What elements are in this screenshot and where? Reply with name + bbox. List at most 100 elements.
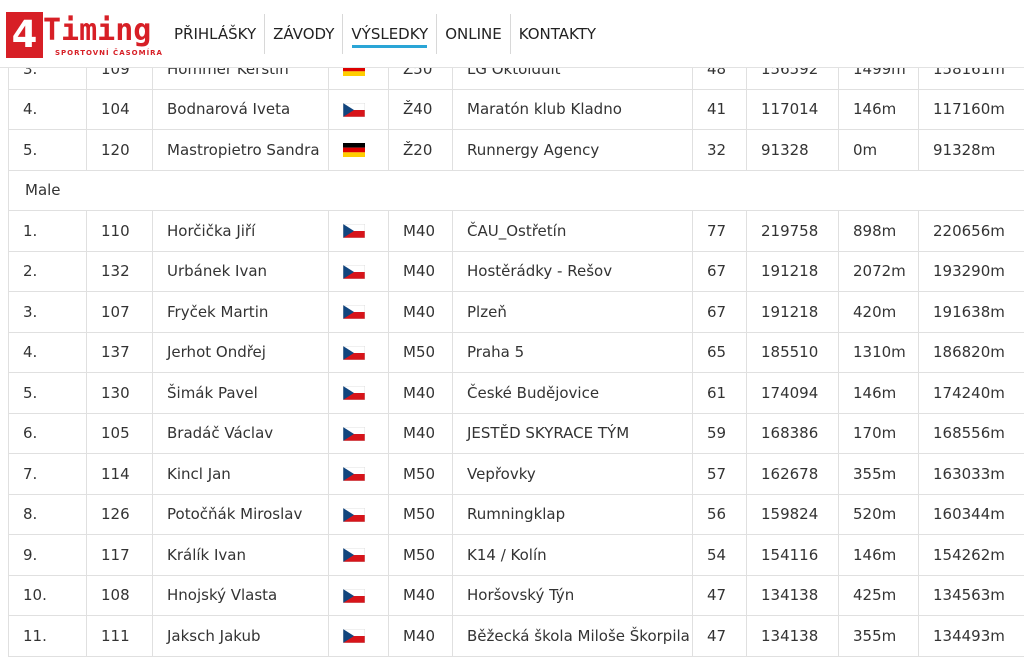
group-row-male: Male xyxy=(8,169,1024,211)
flag-cell xyxy=(328,534,389,576)
cell-distance: 219758 xyxy=(746,210,839,252)
cell-name: Urbánek Ivan xyxy=(152,250,329,292)
cell-laps: 57 xyxy=(692,453,747,495)
cell-rank: 2. xyxy=(8,250,87,292)
table-row: 7. 114 Kincl Jan M50 Vepřovky 57 162678 355m 163… xyxy=(8,453,1024,495)
cell-club: Maratón klub Kladno xyxy=(452,88,693,130)
cell-rank: 1. xyxy=(8,210,87,252)
cell-club: Hostěrádky - Rešov xyxy=(452,250,693,292)
site-header: 4 Timing SPORTOVNÍ ČASOMÍRA PŘIHLÁŠKY ZÁ… xyxy=(0,0,1024,68)
cell-category: M40 xyxy=(388,210,453,252)
logo-number: 4 xyxy=(6,12,43,58)
table-row: 4. 104 Bodnarová Iveta Ž40 Maratón klub Klad… xyxy=(8,88,1024,130)
cell-distance: 191218 xyxy=(746,291,839,333)
table-row: 8. 126 Potočňák Miroslav M50 Rumningklap 56 15… xyxy=(8,493,1024,535)
cell-total: 154262m xyxy=(918,534,1024,576)
cell-bib: 104 xyxy=(86,88,153,130)
cell-total: 193290m xyxy=(918,250,1024,292)
cell-bib: 107 xyxy=(86,291,153,333)
cell-remainder: 898m xyxy=(838,210,919,252)
cell-bib: 130 xyxy=(86,372,153,414)
cell-laps: 59 xyxy=(692,412,747,454)
cell-bib: 132 xyxy=(86,250,153,292)
cell-bib: 111 xyxy=(86,615,153,657)
cell-name: Šimák Pavel xyxy=(152,372,329,414)
results-table: 3. 109 Hommer Kerstin Ž50 LG Oktoldult 48 1565… xyxy=(8,48,1024,657)
cell-bib: 110 xyxy=(86,210,153,252)
cell-category: M40 xyxy=(388,250,453,292)
flag-czech-icon xyxy=(343,548,365,563)
cell-name: Bradáč Václav xyxy=(152,412,329,454)
cell-rank: 7. xyxy=(8,453,87,495)
cell-club: Plzeň xyxy=(452,291,693,333)
cell-name: Jerhot Ondřej xyxy=(152,331,329,373)
cell-bib: 120 xyxy=(86,129,153,171)
cell-name: Horčička Jiří xyxy=(152,210,329,252)
cell-rank: 6. xyxy=(8,412,87,454)
cell-distance: 117014 xyxy=(746,88,839,130)
cell-club: Runnergy Agency xyxy=(452,129,693,171)
flag-cell xyxy=(328,129,389,171)
cell-rank: 4. xyxy=(8,331,87,373)
cell-category: M40 xyxy=(388,574,453,616)
cell-category: M50 xyxy=(388,453,453,495)
cell-category: Ž20 xyxy=(388,129,453,171)
nav-item-online[interactable]: ONLINE xyxy=(437,14,511,54)
cell-laps: 67 xyxy=(692,250,747,292)
table-row: 10. 108 Hnojský Vlasta M40 Horšovský Týn 47 13… xyxy=(8,574,1024,616)
cell-distance: 91328 xyxy=(746,129,839,171)
cell-laps: 54 xyxy=(692,534,747,576)
cell-distance: 168386 xyxy=(746,412,839,454)
nav-item-zavody[interactable]: ZÁVODY xyxy=(265,14,344,54)
cell-laps: 65 xyxy=(692,331,747,373)
cell-name: Potočňák Miroslav xyxy=(152,493,329,535)
cell-category: M50 xyxy=(388,331,453,373)
table-row: 2. 132 Urbánek Ivan M40 Hostěrádky - Rešov 67… xyxy=(8,250,1024,292)
cell-club: ČAU_Ostřetín xyxy=(452,210,693,252)
table-row: 5. 120 Mastropietro Sandra Ž20 Runnergy Agen… xyxy=(8,129,1024,171)
cell-club: Běžecká škola Miloše Škorpila xyxy=(452,615,693,657)
main-nav: PŘIHLÁŠKY ZÁVODY VÝSLEDKY ONLINE KONTAKT… xyxy=(166,14,604,54)
cell-category: M40 xyxy=(388,372,453,414)
flag-czech-icon xyxy=(343,467,365,482)
flag-cell xyxy=(328,210,389,252)
results-body: 3. 109 Hommer Kerstin Ž50 LG Oktoldult 48 1565… xyxy=(8,48,1024,657)
cell-distance: 134138 xyxy=(746,615,839,657)
nav-item-prihlasky[interactable]: PŘIHLÁŠKY xyxy=(166,14,266,54)
flag-czech-icon xyxy=(343,386,365,401)
cell-name: Fryček Martin xyxy=(152,291,329,333)
flag-czech-icon xyxy=(343,426,365,441)
cell-total: 134563m xyxy=(918,574,1024,616)
cell-remainder: 170m xyxy=(838,412,919,454)
flag-cell xyxy=(328,615,389,657)
flag-czech-icon xyxy=(343,629,365,644)
flag-cell xyxy=(328,331,389,373)
cell-remainder: 355m xyxy=(838,453,919,495)
cell-total: 134493m xyxy=(918,615,1024,657)
cell-remainder: 146m xyxy=(838,88,919,130)
cell-rank: 5. xyxy=(8,372,87,414)
cell-club: JESTĚD SKYRACE TÝM xyxy=(452,412,693,454)
cell-name: Bodnarová Iveta xyxy=(152,88,329,130)
logo[interactable]: 4 Timing SPORTOVNÍ ČASOMÍRA xyxy=(6,12,162,60)
cell-category: Ž40 xyxy=(388,88,453,130)
table-row: 6. 105 Bradáč Václav M40 JESTĚD SKYRACE TÝM 5… xyxy=(8,412,1024,454)
cell-distance: 159824 xyxy=(746,493,839,535)
nav-item-vysledky[interactable]: VÝSLEDKY xyxy=(343,14,438,54)
flag-czech-icon xyxy=(343,102,365,117)
flag-cell xyxy=(328,88,389,130)
cell-remainder: 355m xyxy=(838,615,919,657)
flag-germany-icon xyxy=(343,143,365,158)
cell-name: Mastropietro Sandra xyxy=(152,129,329,171)
cell-remainder: 2072m xyxy=(838,250,919,292)
cell-club: Rumningklap xyxy=(452,493,693,535)
cell-distance: 191218 xyxy=(746,250,839,292)
cell-bib: 114 xyxy=(86,453,153,495)
cell-club: Horšovský Týn xyxy=(452,574,693,616)
table-row: 3. 107 Fryček Martin M40 Plzeň 67 191218 420m 19… xyxy=(8,291,1024,333)
flag-cell xyxy=(328,493,389,535)
nav-item-kontakty[interactable]: KONTAKTY xyxy=(511,14,604,54)
cell-category: M50 xyxy=(388,493,453,535)
cell-distance: 174094 xyxy=(746,372,839,414)
cell-rank: 8. xyxy=(8,493,87,535)
